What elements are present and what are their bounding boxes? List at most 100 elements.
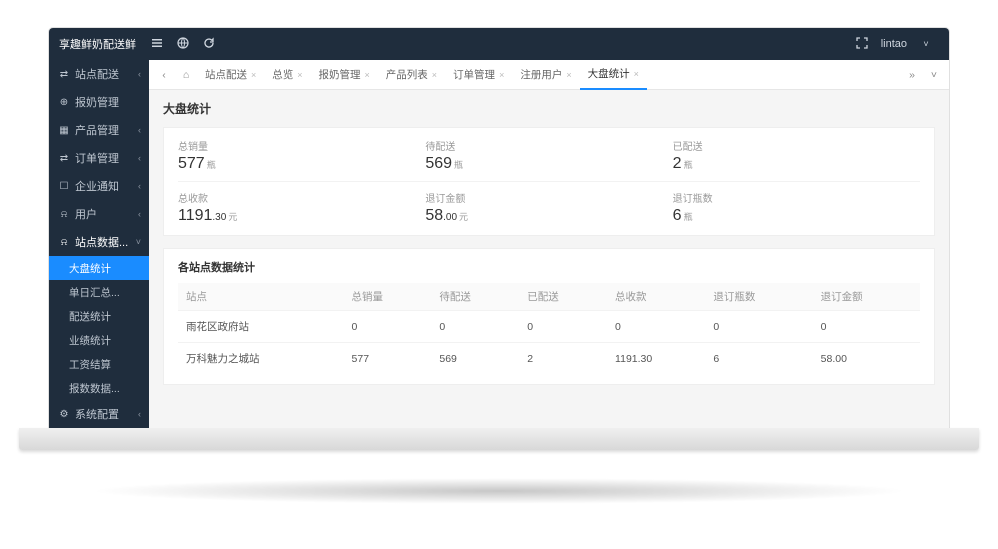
sidebar-subitem[interactable]: 工资结算 xyxy=(49,352,149,376)
chevron-icon: ‹ xyxy=(138,69,141,79)
chevron-icon: ˅ xyxy=(136,237,141,247)
page-title: 大盘统计 xyxy=(163,100,935,117)
tabs-scroll-left-icon[interactable]: ‹ xyxy=(153,69,175,81)
station-table: 站点总销量待配送已配送总收款退订瓶数退订金额 雨花区政府站000000万科魅力之… xyxy=(178,283,920,374)
tab-label: 注册用户 xyxy=(520,67,562,82)
nav-icon: ⇄ xyxy=(57,69,71,80)
tab-label: 站点配送 xyxy=(205,67,247,82)
sidebar-subitem[interactable]: 配送统计 xyxy=(49,304,149,328)
tab[interactable]: 注册用户 × xyxy=(512,60,579,90)
nav-label: 报奶管理 xyxy=(75,94,119,110)
globe-icon[interactable] xyxy=(174,37,192,52)
stat-value: 1191.30元 xyxy=(178,207,425,225)
nav-icon: ⍾ xyxy=(57,209,71,220)
tab[interactable]: 大盘统计 × xyxy=(580,60,647,90)
table-cell: 雨花区政府站 xyxy=(178,311,344,343)
sidebar-subitem[interactable]: 业绩统计 xyxy=(49,328,149,352)
chevron-icon: ‹ xyxy=(138,125,141,135)
stat-label: 总销量 xyxy=(178,138,425,153)
close-icon[interactable]: × xyxy=(499,70,504,80)
stat-block: 退订金额 58.00元 xyxy=(425,190,672,225)
stat-block: 已配送2瓶 xyxy=(673,138,920,173)
station-stats-section: 各站点数据统计 站点总销量待配送已配送总收款退订瓶数退订金额 雨花区政府站000… xyxy=(163,248,935,385)
table-header: 退订瓶数 xyxy=(705,283,812,311)
stat-value: 2瓶 xyxy=(673,155,920,173)
close-icon[interactable]: × xyxy=(432,70,437,80)
tab-label: 总览 xyxy=(272,67,293,82)
chevron-icon: ‹ xyxy=(138,209,141,219)
table-header: 待配送 xyxy=(431,283,519,311)
app-title: 享趣鲜奶配送鲜 xyxy=(59,36,136,52)
section-title: 各站点数据统计 xyxy=(178,259,920,275)
home-icon[interactable]: ⌂ xyxy=(175,69,197,81)
table-cell: 0 xyxy=(705,311,812,343)
stat-label: 总收款 xyxy=(178,190,425,205)
top-bar: 享趣鲜奶配送鲜 lintao ˅ xyxy=(49,28,949,60)
menu-toggle-icon[interactable] xyxy=(148,37,166,52)
chevron-icon: ‹ xyxy=(138,181,141,191)
chevron-icon: ‹ xyxy=(138,409,141,419)
tab-label: 订单管理 xyxy=(453,67,495,82)
refresh-icon[interactable] xyxy=(200,37,218,52)
nav-icon: ⊕ xyxy=(57,97,71,108)
table-row: 万科魅力之城站57756921191.30658.00 xyxy=(178,343,920,375)
tab[interactable]: 报奶管理× xyxy=(311,60,378,90)
stat-block: 退订瓶数6瓶 xyxy=(673,190,920,225)
tab[interactable]: 站点配送 × xyxy=(197,60,264,90)
nav-icon: ⇄ xyxy=(57,153,71,164)
tab[interactable]: 总览 × xyxy=(264,60,310,90)
nav-icon: ▦ xyxy=(57,125,71,136)
close-icon[interactable]: × xyxy=(251,70,256,80)
sidebar-item[interactable]: ⍾ 站点数据... ˅ xyxy=(49,228,149,256)
table-cell: 0 xyxy=(431,311,519,343)
sidebar-item[interactable]: ⇄订单管理‹ xyxy=(49,144,149,172)
sidebar-item[interactable]: ⊕ 报奶管理 xyxy=(49,88,149,116)
stat-value: 58.00元 xyxy=(425,207,672,225)
table-cell: 0 xyxy=(344,311,432,343)
sidebar-subitem[interactable]: 报数数据... xyxy=(49,376,149,400)
table-header: 已配送 xyxy=(519,283,607,311)
stat-block: 总收款 1191.30元 xyxy=(178,190,425,225)
nav-icon: ⍾ xyxy=(57,237,71,248)
tabs-bar: ‹ ⌂ 站点配送×总览×报奶管理×产品列表×订单管理×注册用户×大盘统计× » … xyxy=(149,60,949,90)
user-name[interactable]: lintao xyxy=(881,38,907,50)
close-icon[interactable]: × xyxy=(297,70,302,80)
sidebar-item[interactable]: ⇄站点配送‹ xyxy=(49,60,149,88)
sidebar-subitem[interactable]: 大盘统计 xyxy=(49,256,149,280)
stat-value: 569瓶 xyxy=(425,155,672,173)
tab[interactable]: 产品列表× xyxy=(378,60,445,90)
user-chevron-down-icon[interactable]: ˅ xyxy=(917,39,935,49)
nav-icon: ⚙ xyxy=(57,409,71,420)
nav-label: 用户 xyxy=(75,206,97,222)
nav-label: 站点数据... xyxy=(75,234,128,250)
close-icon[interactable]: × xyxy=(634,69,639,79)
table-cell: 577 xyxy=(344,343,432,375)
nav-label: 企业通知 xyxy=(75,178,119,194)
fullscreen-icon[interactable] xyxy=(853,37,871,52)
stat-label: 退订金额 xyxy=(425,190,672,205)
close-icon[interactable]: × xyxy=(566,70,571,80)
sidebar-item[interactable]: ▦ 产品管理 ‹ xyxy=(49,116,149,144)
tabs-scroll-right-icon[interactable]: » xyxy=(901,69,923,81)
sidebar-item[interactable]: ⚙系统配置‹ xyxy=(49,400,149,428)
tabs-menu-chevron-down-icon[interactable]: ˅ xyxy=(923,69,945,81)
table-cell: 万科魅力之城站 xyxy=(178,343,344,375)
tab[interactable]: 订单管理 × xyxy=(445,60,512,90)
stat-value: 577瓶 xyxy=(178,155,425,173)
table-cell: 6 xyxy=(705,343,812,375)
sidebar-subitem[interactable]: 单日汇总... xyxy=(49,280,149,304)
table-cell: 2 xyxy=(519,343,607,375)
close-icon[interactable]: × xyxy=(365,70,370,80)
nav-label: 产品管理 xyxy=(75,122,119,138)
stat-label: 待配送 xyxy=(425,138,672,153)
stat-block: 总销量 577瓶 xyxy=(178,138,425,173)
stat-label: 退订瓶数 xyxy=(673,190,920,205)
table-cell: 58.00 xyxy=(813,343,920,375)
main-content: ‹ ⌂ 站点配送×总览×报奶管理×产品列表×订单管理×注册用户×大盘统计× » … xyxy=(149,60,949,428)
stats-card: 总销量 577瓶待配送 569瓶已配送2瓶 总收款 1191.30元退订金额 58.00… xyxy=(163,127,935,236)
table-cell: 0 xyxy=(813,311,920,343)
table-row: 雨花区政府站000000 xyxy=(178,311,920,343)
sidebar-item[interactable]: ☐企业通知‹ xyxy=(49,172,149,200)
sidebar-item[interactable]: ⍾ 用户 ‹ xyxy=(49,200,149,228)
tab-label: 大盘统计 xyxy=(588,66,630,81)
